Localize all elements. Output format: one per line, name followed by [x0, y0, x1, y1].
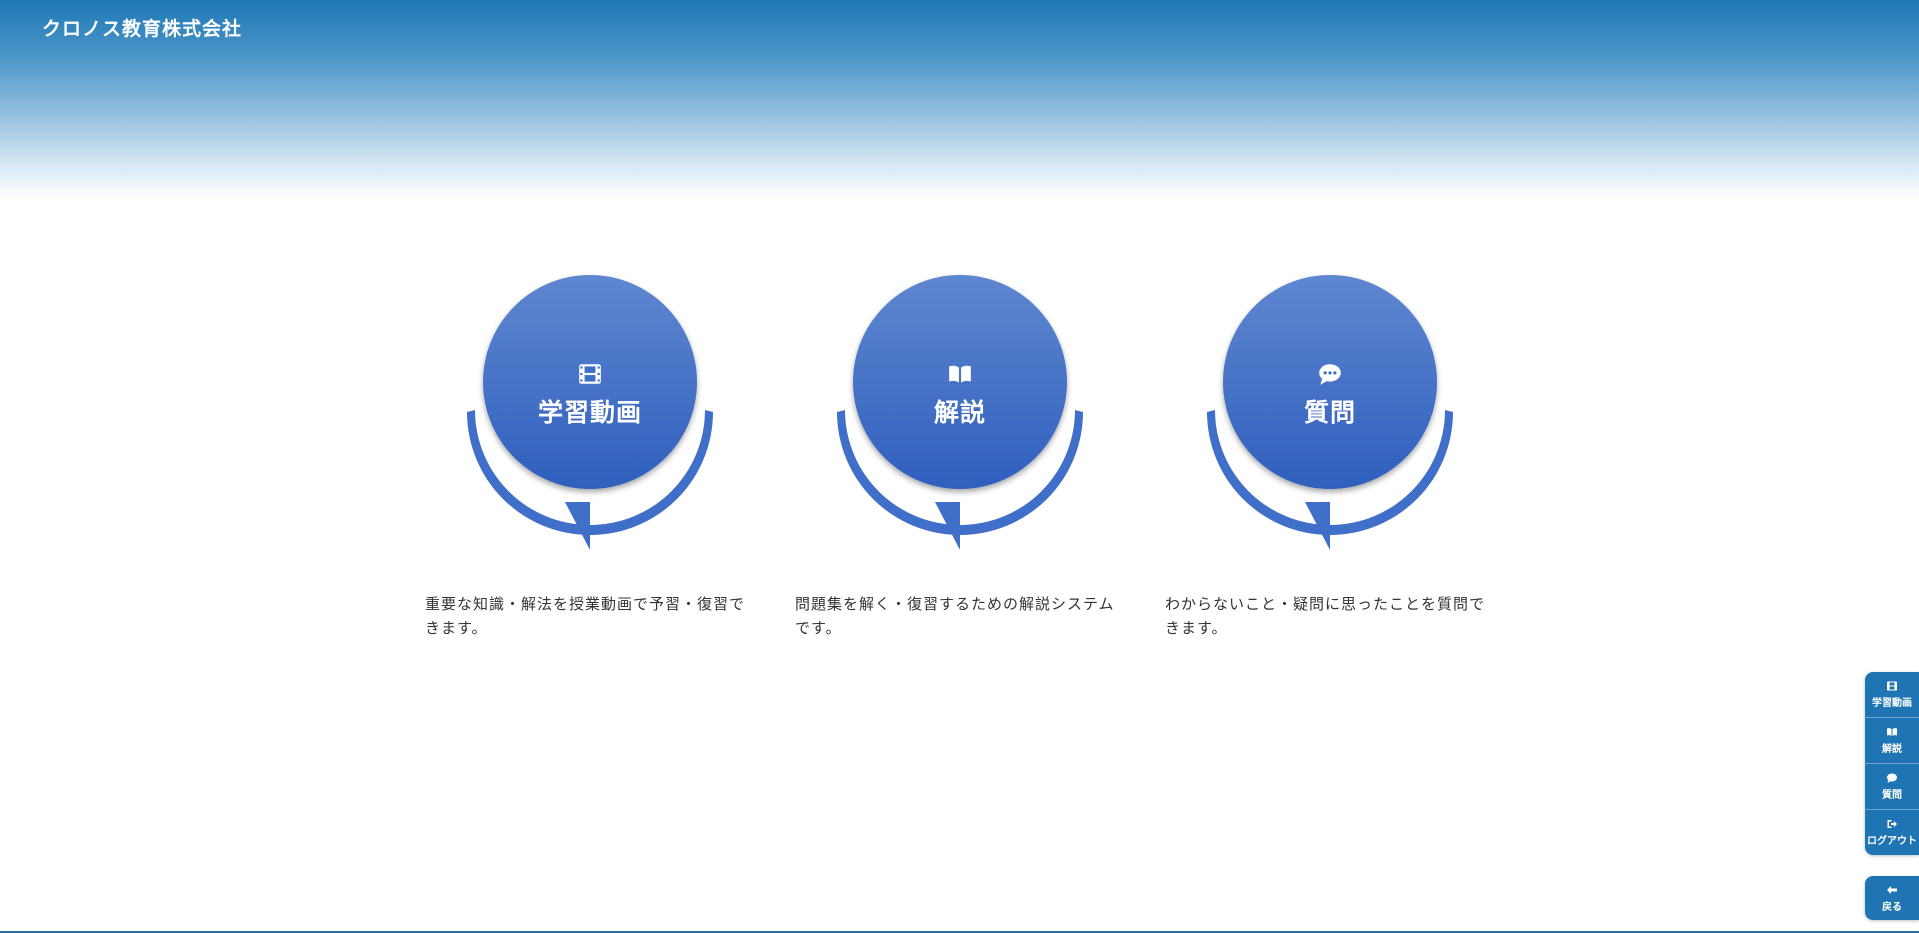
card-explanation-label: 解説 — [933, 397, 986, 427]
sign-out-icon — [1887, 820, 1897, 828]
card-label-group[interactable]: 質問 — [1205, 270, 1455, 485]
card-question-label: 質問 — [1303, 397, 1356, 427]
card-question[interactable]: 質問 わからないこと・疑問に思ったことを質問できます。 — [1165, 270, 1495, 650]
arrow-left-icon — [1887, 885, 1897, 894]
back-button[interactable]: 戻る — [1865, 876, 1919, 920]
side-nav-item-label: 学習動画 — [1872, 698, 1912, 709]
comment-dots-icon — [1887, 773, 1897, 783]
side-nav-item-video[interactable]: 学習動画 — [1865, 672, 1919, 718]
header-banner: クロノス教育株式会社 — [0, 0, 1919, 200]
book-open-icon — [1887, 728, 1897, 736]
card-explanation[interactable]: 解説 問題集を解く・復習するための解説システムです。 — [795, 270, 1125, 650]
card-label-group[interactable]: 解説 — [835, 270, 1085, 485]
back-button-label: 戻る — [1882, 901, 1902, 913]
card-video-description: 重要な知識・解法を授業動画で予習・復習できます。 — [425, 595, 746, 637]
book-open-icon — [949, 365, 971, 383]
film-icon — [579, 363, 601, 384]
card-video[interactable]: 学習動画 重要な知識・解法を授業動画で予習・復習できます。 — [425, 270, 755, 650]
side-nav-item-explanation[interactable]: 解説 — [1865, 718, 1919, 764]
comment-dots-icon — [1319, 363, 1341, 385]
side-nav-item-question[interactable]: 質問 — [1865, 764, 1919, 810]
side-nav-item-label: 質問 — [1882, 790, 1902, 801]
card-explanation-description: 問題集を解く・復習するための解説システムです。 — [795, 595, 1115, 637]
side-nav-item-label: 解説 — [1882, 744, 1902, 755]
card-label-group[interactable]: 学習動画 — [465, 270, 715, 485]
side-nav-item-logout[interactable]: ログアウト — [1865, 810, 1919, 855]
side-nav: 学習動画 解説 質問 ログアウト — [1865, 672, 1919, 855]
card-question-description: わからないこと・疑問に思ったことを質問できます。 — [1165, 595, 1486, 637]
brand-title: クロノス教育株式会社 — [42, 18, 243, 40]
side-nav-item-label: ログアウト — [1867, 836, 1917, 847]
card-video-label: 学習動画 — [537, 397, 642, 427]
film-icon — [1887, 681, 1897, 691]
